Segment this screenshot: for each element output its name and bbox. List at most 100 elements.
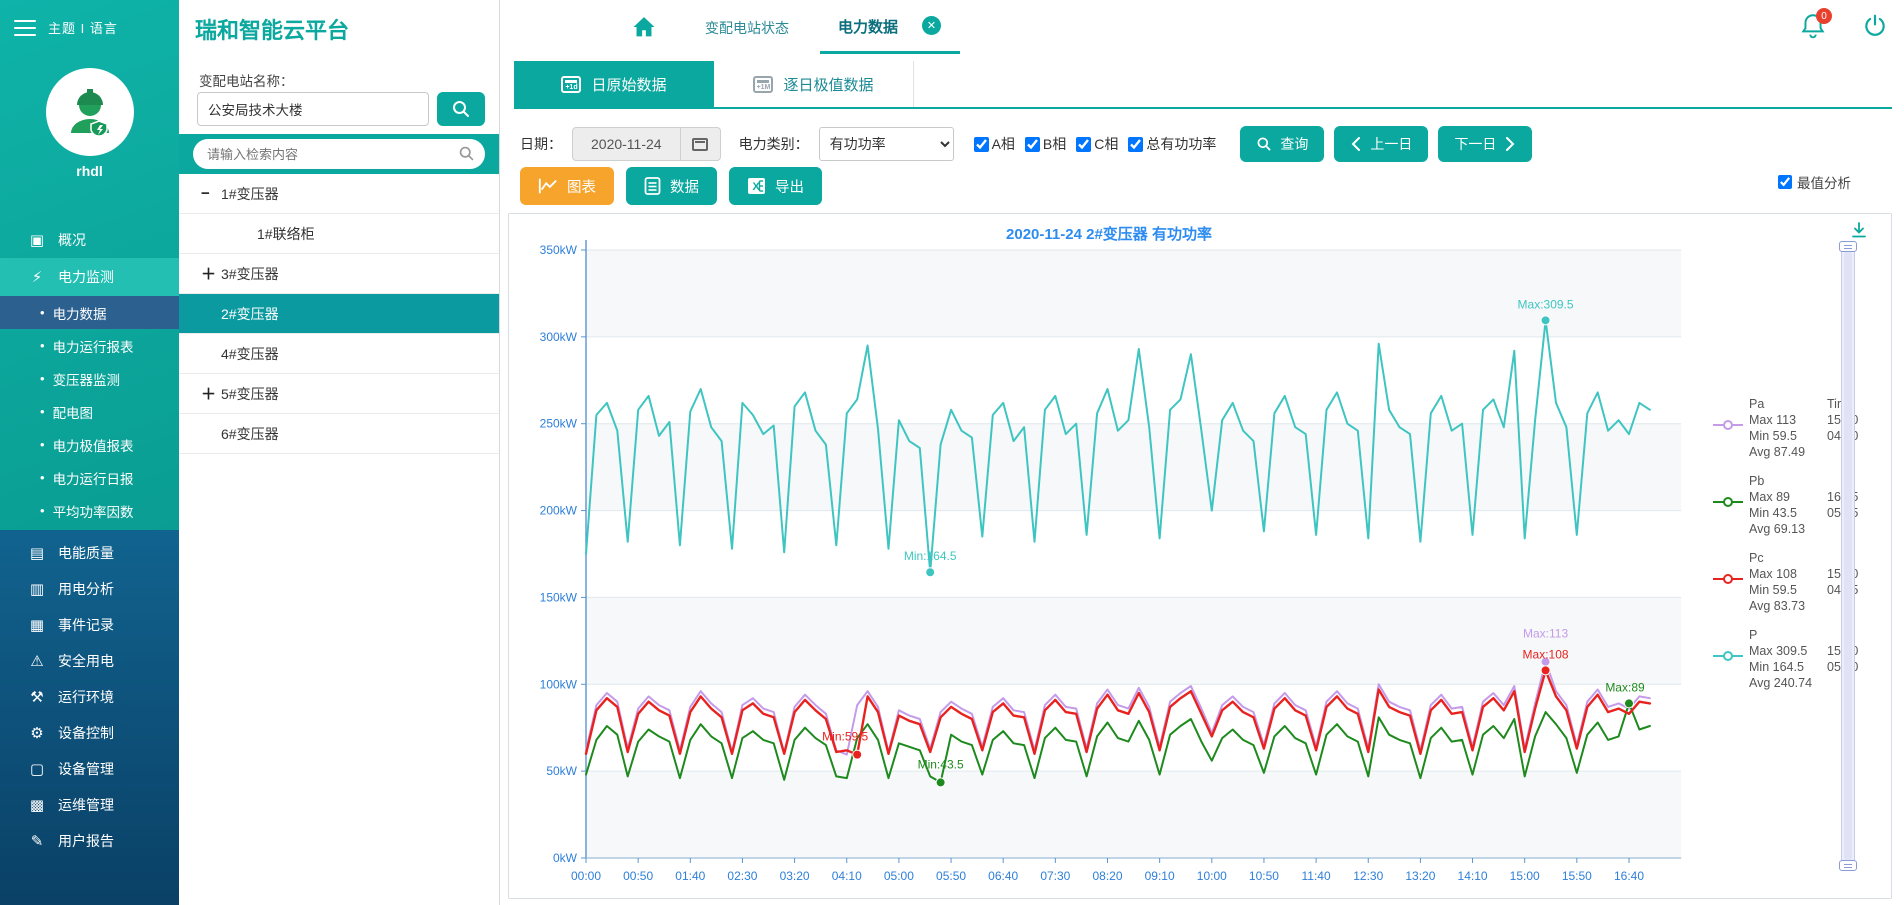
legend-stat-row: Max 309.515:20	[1749, 643, 1881, 659]
breadcrumb-tab-power-data[interactable]: 电力数据	[838, 16, 898, 37]
download-icon[interactable]	[1849, 220, 1869, 240]
tab-daily-raw-data[interactable]: +1d 日原始数据	[514, 61, 714, 107]
tree-item-6#变压器[interactable]: 6#变压器	[179, 414, 499, 454]
sidebar-item-电力监测[interactable]: ⚡电力监测	[0, 258, 179, 296]
sidebar-item-设备控制[interactable]: ⚙设备控制	[0, 715, 179, 751]
datazoom-handle-top[interactable]	[1839, 241, 1857, 252]
notifications-bell[interactable]: 0	[1800, 12, 1826, 45]
sidebar-item-电力运行报表[interactable]: 电力运行报表	[0, 329, 179, 362]
x-axis-label: 07:30	[1040, 869, 1070, 883]
extreme-analysis-check[interactable]	[1778, 175, 1792, 189]
x-axis-label: 03:20	[780, 869, 810, 883]
datazoom-handle-bottom[interactable]	[1839, 860, 1857, 871]
legend-stat-row: Avg 240.74	[1749, 675, 1881, 691]
sidebar-header: 主题 I 语言	[0, 0, 179, 55]
excel-export-icon: X	[747, 177, 766, 195]
expand-icon[interactable]: ＋	[201, 263, 221, 284]
sidebar-item-运行环境[interactable]: ⚒运行环境	[0, 679, 179, 715]
marker-dot-Max:89	[1625, 699, 1634, 708]
checkbox-A相[interactable]: A相	[974, 134, 1015, 154]
概况-icon: ▣	[24, 231, 50, 249]
tree-item-label: 5#变压器	[221, 384, 279, 404]
prev-day-button[interactable]: 上一日	[1334, 126, 1428, 162]
sidebar-item-label: 配电图	[53, 402, 94, 422]
legend-stat-row: Avg 69.13	[1749, 521, 1881, 537]
sidebar-item-运维管理[interactable]: ▩运维管理	[0, 787, 179, 823]
tree-search-input[interactable]	[207, 147, 455, 162]
sidebar-item-label: 电力极值报表	[53, 435, 134, 455]
legend-item-Pc[interactable]: PcMax 10815:20Min 59.504:15Avg 83.73	[1713, 550, 1881, 614]
calendar-icon	[692, 138, 708, 151]
checkbox-input-A相[interactable]	[974, 137, 989, 152]
power-line-chart[interactable]: 0kW50kW100kW150kW200kW250kW300kW350kW00:…	[511, 218, 1711, 896]
checkbox-input-C相[interactable]	[1076, 137, 1091, 152]
collapse-icon[interactable]: −	[201, 185, 221, 202]
chart-view-button[interactable]: 图表	[520, 167, 614, 205]
legend-item-P[interactable]: PMax 309.515:20Min 164.505:30Avg 240.74	[1713, 627, 1881, 691]
sidebar: 主题 I 语言 rhdl ▣概况⚡电力监测电力数据电力运行报表变压器监测配电图电…	[0, 0, 179, 905]
sidebar-item-电力极值报表[interactable]: 电力极值报表	[0, 428, 179, 461]
phase-checkbox-group: A相 B相 C相 总有功功率	[974, 134, 1217, 154]
legend-series-name: Pc	[1749, 550, 1827, 566]
query-button[interactable]: 查询	[1240, 126, 1324, 162]
theme-language-switch[interactable]: 主题 I 语言	[48, 18, 118, 37]
tree-item-3#变压器[interactable]: ＋3#变压器	[179, 254, 499, 294]
close-tab-icon[interactable]: ✕	[922, 16, 941, 35]
sidebar-item-电力运行日报[interactable]: 电力运行日报	[0, 461, 179, 494]
legend-item-Pb[interactable]: PbMax 8916:45Min 43.505:35Avg 69.13	[1713, 473, 1881, 537]
sidebar-item-label: 电力数据	[53, 303, 107, 323]
legend-marker-P	[1713, 649, 1743, 659]
tab-daily-extreme-data[interactable]: +1M 逐日极值数据	[714, 61, 914, 107]
logout-power-button[interactable]	[1862, 13, 1888, 44]
marker-label: Max:108	[1523, 647, 1569, 661]
tree-item-5#变压器[interactable]: ＋5#变压器	[179, 374, 499, 414]
checkbox-label: 总有功功率	[1146, 134, 1216, 154]
breadcrumb-tab-station-status[interactable]: 变配电站状态	[705, 18, 789, 38]
sidebar-item-设备管理[interactable]: ▢设备管理	[0, 751, 179, 787]
x-axis-label: 05:50	[936, 869, 966, 883]
export-button[interactable]: X 导出	[729, 167, 822, 205]
next-day-button[interactable]: 下一日	[1438, 126, 1532, 162]
sidebar-menu-bottom: ▤电能质量▥用电分析▦事件记录⚠安全用电⚒运行环境⚙设备控制▢设备管理▩运维管理…	[0, 535, 179, 859]
sidebar-item-电能质量[interactable]: ▤电能质量	[0, 535, 179, 571]
app-root: 主题 I 语言 rhdl ▣概况⚡电力监测电力数据电力运行报表变压器监测配电图电…	[0, 0, 1904, 905]
sidebar-item-label: 电力运行报表	[53, 336, 134, 356]
sidebar-item-配电图[interactable]: 配电图	[0, 395, 179, 428]
tree-item-4#变压器[interactable]: 4#变压器	[179, 334, 499, 374]
y-axis-label: 100kW	[540, 677, 578, 691]
sidebar-item-变压器监测[interactable]: 变压器监测	[0, 362, 179, 395]
sidebar-item-用户报告[interactable]: ✎用户报告	[0, 823, 179, 859]
main-content: 变配电站状态 电力数据 ✕ 0 +1d 日原始数据	[500, 0, 1904, 905]
sidebar-item-平均功率因数[interactable]: 平均功率因数	[0, 494, 179, 527]
checkbox-B相[interactable]: B相	[1025, 134, 1066, 154]
legend-series-name: Pa	[1749, 396, 1827, 412]
legend-stat-value: Max 89	[1749, 489, 1827, 505]
checkbox-input-总有功功率[interactable]	[1128, 137, 1143, 152]
tree-item-2#变压器[interactable]: 2#变压器	[179, 294, 499, 334]
hamburger-icon[interactable]	[14, 20, 36, 36]
expand-icon[interactable]: ＋	[201, 383, 221, 404]
power-type-select[interactable]: 有功功率	[819, 127, 954, 161]
tree-item-1#变压器[interactable]: −1#变压器	[179, 174, 499, 214]
sidebar-item-安全用电[interactable]: ⚠安全用电	[0, 643, 179, 679]
station-search-button[interactable]	[437, 92, 485, 126]
sidebar-item-label: 运行环境	[58, 687, 114, 707]
tree-item-label: 1#变压器	[221, 184, 279, 204]
checkbox-C相[interactable]: C相	[1076, 134, 1118, 154]
calendar-button[interactable]	[680, 127, 720, 161]
extreme-analysis-checkbox[interactable]: 最值分析	[1778, 172, 1851, 192]
sidebar-item-电力数据[interactable]: 电力数据	[0, 296, 179, 329]
station-name-input[interactable]	[197, 92, 429, 126]
sidebar-item-事件记录[interactable]: ▦事件记录	[0, 607, 179, 643]
date-picker[interactable]: 2020-11-24	[572, 127, 721, 161]
sidebar-item-概况[interactable]: ▣概况	[0, 222, 179, 258]
sidebar-item-用电分析[interactable]: ▥用电分析	[0, 571, 179, 607]
tree-item-1#联络柜[interactable]: 1#联络柜	[179, 214, 499, 254]
legend-item-Pa[interactable]: PaTimeMax 11315:20Min 59.504:10Avg 87.49	[1713, 396, 1881, 460]
checkbox-input-B相[interactable]	[1025, 137, 1040, 152]
用电分析-icon: ▥	[24, 580, 50, 598]
datazoom-slider[interactable]	[1841, 242, 1855, 870]
home-icon[interactable]	[630, 13, 658, 41]
checkbox-总有功功率[interactable]: 总有功功率	[1128, 134, 1216, 154]
data-view-button[interactable]: 数据	[626, 167, 717, 205]
